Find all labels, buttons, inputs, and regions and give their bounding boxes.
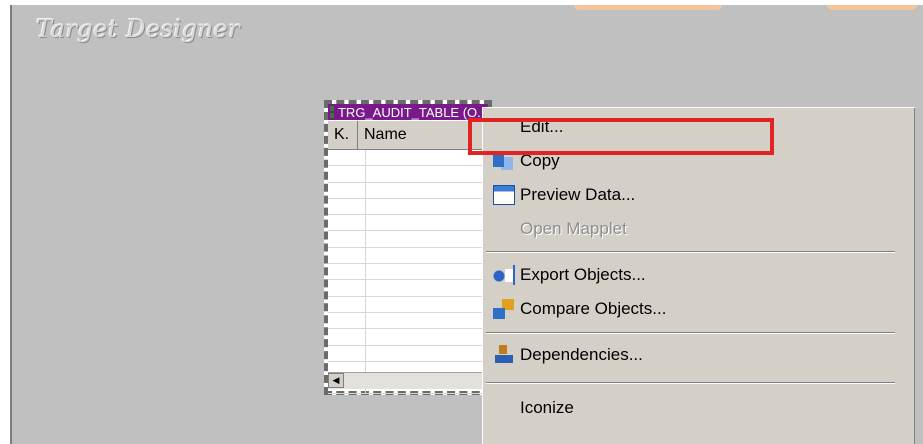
workspace-canvas[interactable]: Target Designer TRG_AUDIT_TABLE (O... K.… bbox=[10, 5, 923, 444]
table-title-bar[interactable]: TRG_AUDIT_TABLE (O... bbox=[328, 104, 488, 120]
dependencies-icon bbox=[493, 345, 515, 365]
menu-item-preview-data[interactable]: Preview Data... bbox=[483, 178, 915, 212]
table-row[interactable] bbox=[328, 166, 488, 183]
menu-item-label: Export Objects... bbox=[520, 265, 646, 284]
export-icon bbox=[493, 265, 515, 285]
menu-item-label: Iconize bbox=[520, 398, 574, 417]
preview-data-icon bbox=[493, 185, 515, 205]
table-icon bbox=[330, 106, 334, 118]
compare-icon bbox=[493, 299, 515, 319]
top-decoration bbox=[827, 5, 917, 10]
table-row[interactable] bbox=[328, 215, 488, 232]
table-row[interactable] bbox=[328, 198, 488, 216]
menu-item-label: Compare Objects... bbox=[520, 299, 667, 318]
menu-item-export-objects[interactable]: Export Objects... bbox=[483, 258, 915, 292]
top-decoration bbox=[574, 5, 722, 10]
table-title: TRG_AUDIT_TABLE (O... bbox=[337, 104, 488, 120]
column-grid[interactable] bbox=[328, 150, 488, 395]
column-header-key[interactable]: K. bbox=[328, 121, 358, 149]
horizontal-scrollbar[interactable]: ◀ bbox=[328, 372, 488, 389]
menu-item-open-mapplet: Open Mapplet bbox=[483, 212, 915, 246]
table-row[interactable] bbox=[328, 280, 488, 297]
menu-separator bbox=[486, 332, 895, 334]
table-row[interactable] bbox=[328, 329, 488, 346]
workspace-title: Target Designer bbox=[36, 15, 241, 43]
table-row[interactable] bbox=[328, 182, 488, 199]
column-header: K. Name bbox=[328, 121, 488, 150]
menu-item-label: Dependencies... bbox=[520, 345, 643, 364]
menu-separator bbox=[486, 251, 895, 253]
menu-item-dependencies[interactable]: Dependencies... bbox=[483, 338, 915, 372]
context-menu: Edit... Copy Preview Data... Open Mapple… bbox=[482, 107, 915, 444]
table-row[interactable] bbox=[328, 312, 488, 330]
table-row[interactable] bbox=[328, 296, 488, 313]
table-row[interactable] bbox=[328, 150, 488, 167]
menu-item-compare-objects[interactable]: Compare Objects... bbox=[483, 292, 915, 326]
target-table-object[interactable]: TRG_AUDIT_TABLE (O... K. Name ◀ bbox=[324, 100, 492, 395]
scroll-left-icon[interactable]: ◀ bbox=[328, 373, 344, 388]
highlight-annotation bbox=[468, 118, 774, 155]
table-row[interactable] bbox=[328, 345, 488, 362]
table-row[interactable] bbox=[328, 264, 488, 281]
menu-item-label: Preview Data... bbox=[520, 185, 636, 204]
table-row[interactable] bbox=[328, 231, 488, 248]
menu-item-label: Open Mapplet bbox=[520, 219, 627, 238]
table-row[interactable] bbox=[328, 247, 488, 265]
menu-separator bbox=[486, 382, 895, 384]
menu-item-iconize[interactable]: Iconize bbox=[483, 391, 915, 425]
